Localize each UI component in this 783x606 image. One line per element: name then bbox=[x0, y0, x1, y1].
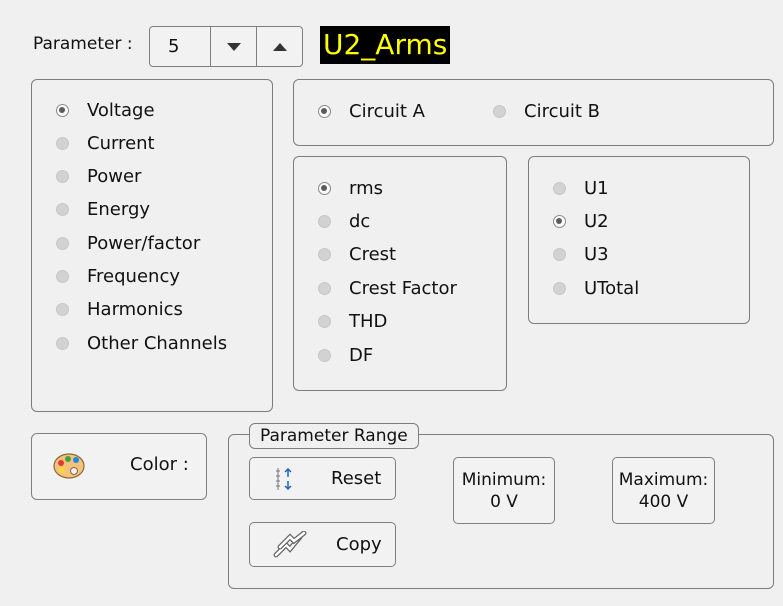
channel-label: U3 bbox=[584, 244, 609, 266]
copy-label: Copy bbox=[336, 534, 382, 555]
measure-label: THD bbox=[349, 311, 388, 333]
measure-label: Crest bbox=[349, 244, 397, 266]
category-label: Voltage bbox=[87, 99, 155, 121]
channel-option-u3[interactable]: U3 bbox=[553, 242, 609, 268]
measure-label: DF bbox=[349, 344, 374, 366]
parameter-value: 5 bbox=[168, 36, 180, 57]
parameter-value-field[interactable]: 5 bbox=[149, 26, 211, 67]
circuit-panel: Circuit A Circuit B bbox=[293, 79, 774, 146]
category-option-current[interactable]: Current bbox=[56, 130, 155, 156]
circuit-option-circuit-b[interactable]: Circuit B bbox=[493, 98, 600, 124]
measure-label: rms bbox=[349, 177, 383, 199]
measure-radio-crest[interactable] bbox=[318, 248, 331, 262]
triangle-up-icon bbox=[272, 42, 287, 51]
channel-radio-u3[interactable] bbox=[553, 248, 566, 262]
measure-option-crest-factor[interactable]: Crest Factor bbox=[318, 275, 457, 301]
parameter-up-button[interactable] bbox=[256, 26, 303, 67]
circuit-radio-circuit-a[interactable] bbox=[318, 104, 331, 118]
color-button[interactable]: Color : bbox=[31, 433, 207, 500]
channel-radio-utotal[interactable] bbox=[553, 281, 566, 295]
category-option-frequency[interactable]: Frequency bbox=[56, 264, 180, 290]
category-radio-frequency[interactable] bbox=[56, 270, 69, 283]
reset-button[interactable]: Reset bbox=[249, 457, 396, 500]
measure-panel: rms dc Crest Crest Factor THD DF bbox=[293, 156, 507, 391]
channel-option-u2[interactable]: U2 bbox=[553, 208, 609, 234]
maximum-button[interactable]: Maximum: 400 V bbox=[612, 457, 715, 524]
minimum-button[interactable]: Minimum: 0 V bbox=[453, 457, 555, 524]
category-option-energy[interactable]: Energy bbox=[56, 197, 150, 223]
measure-radio-crest-factor[interactable] bbox=[318, 281, 331, 295]
circuit-label: Circuit A bbox=[349, 100, 425, 122]
channel-label: U1 bbox=[584, 177, 609, 199]
category-option-other-channels[interactable]: Other Channels bbox=[56, 330, 227, 356]
category-label: Power bbox=[87, 166, 142, 188]
channel-panel: U1 U2 U3 UTotal bbox=[528, 156, 750, 324]
minimum-value: 0 V bbox=[490, 491, 518, 512]
category-label: Power/factor bbox=[87, 232, 201, 254]
category-radio-power-factor[interactable] bbox=[56, 236, 69, 250]
copy-button[interactable]: Copy bbox=[249, 522, 396, 567]
measure-radio-dc[interactable] bbox=[318, 214, 331, 228]
circuit-label: Circuit B bbox=[524, 100, 601, 122]
parameter-name: U2_Arms bbox=[320, 26, 451, 64]
measure-radio-df[interactable] bbox=[318, 348, 331, 362]
maximum-label: Maximum: bbox=[618, 469, 709, 490]
measure-radio-thd[interactable] bbox=[318, 315, 331, 329]
parameter-range-title: Parameter Range bbox=[249, 423, 419, 449]
triangle-down-icon bbox=[226, 42, 241, 51]
channel-option-utotal[interactable]: UTotal bbox=[553, 275, 639, 301]
circuit-radio-circuit-b[interactable] bbox=[493, 104, 506, 118]
channel-label: UTotal bbox=[584, 277, 640, 299]
measure-radio-rms[interactable] bbox=[318, 181, 331, 195]
range-reset-icon bbox=[274, 466, 296, 492]
category-option-harmonics[interactable]: Harmonics bbox=[56, 297, 183, 323]
category-label: Energy bbox=[87, 199, 151, 221]
channel-radio-u2[interactable] bbox=[553, 214, 566, 228]
parameter-down-button[interactable] bbox=[210, 26, 257, 67]
channel-radio-u1[interactable] bbox=[553, 181, 566, 195]
measure-label: dc bbox=[349, 210, 371, 232]
category-label: Harmonics bbox=[87, 299, 183, 321]
measure-label: Crest Factor bbox=[349, 277, 457, 299]
category-radio-other-channels[interactable] bbox=[56, 336, 69, 350]
channel-option-u1[interactable]: U1 bbox=[553, 175, 609, 201]
minimum-label: Minimum: bbox=[461, 469, 547, 490]
category-option-power-factor[interactable]: Power/factor bbox=[56, 230, 200, 256]
measure-option-thd[interactable]: THD bbox=[318, 309, 387, 335]
category-panel: Voltage Current Power Energy Power/factor Fre… bbox=[31, 79, 273, 412]
category-radio-voltage[interactable] bbox=[56, 103, 69, 117]
measure-option-crest[interactable]: Crest bbox=[318, 242, 396, 268]
measure-option-rms[interactable]: rms bbox=[318, 175, 383, 201]
category-radio-energy[interactable] bbox=[56, 203, 69, 217]
category-option-power[interactable]: Power bbox=[56, 164, 141, 190]
measure-option-df[interactable]: DF bbox=[318, 342, 373, 368]
category-label: Frequency bbox=[87, 266, 180, 287]
palette-icon bbox=[52, 451, 88, 481]
category-label: Current bbox=[87, 132, 155, 154]
category-option-voltage[interactable]: Voltage bbox=[56, 97, 155, 123]
circuit-option-circuit-a[interactable]: Circuit A bbox=[318, 98, 425, 124]
measure-option-dc[interactable]: dc bbox=[318, 208, 370, 234]
category-radio-harmonics[interactable] bbox=[56, 303, 69, 317]
channel-label: U2 bbox=[584, 210, 609, 232]
maximum-value: 400 V bbox=[638, 491, 689, 512]
category-label: Other Channels bbox=[87, 332, 228, 354]
copy-arrows-icon bbox=[272, 530, 308, 559]
parameter-label: Parameter : bbox=[33, 34, 133, 54]
color-label: Color : bbox=[130, 454, 189, 475]
category-radio-current[interactable] bbox=[56, 136, 69, 150]
category-radio-power[interactable] bbox=[56, 170, 69, 184]
reset-label: Reset bbox=[331, 468, 382, 489]
